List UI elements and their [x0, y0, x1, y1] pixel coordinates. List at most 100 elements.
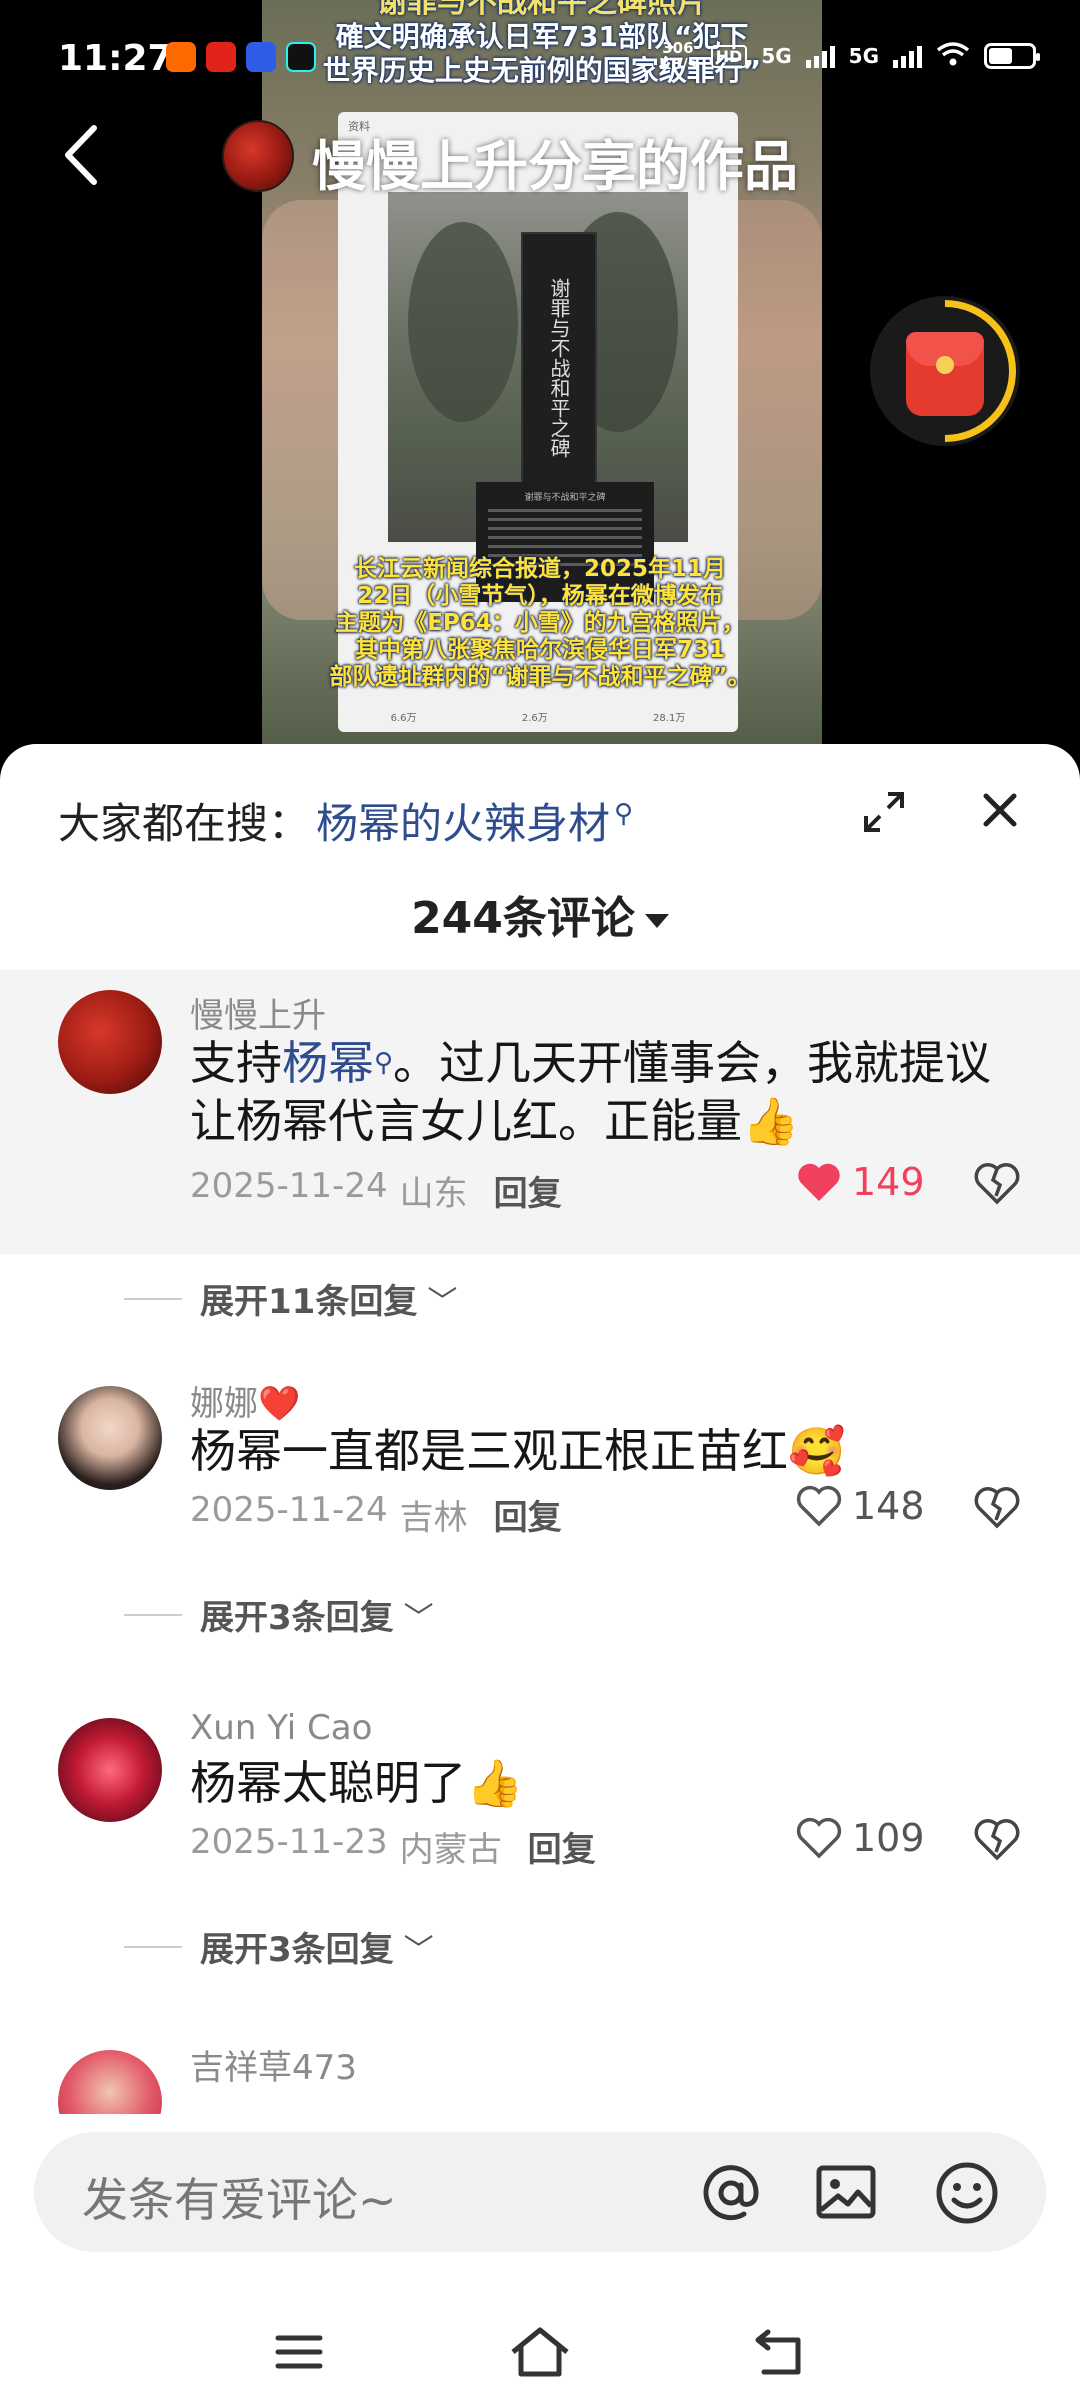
clock: 11:27	[58, 38, 173, 79]
comment-input[interactable]: 发条有爱评论~	[34, 2132, 1046, 2252]
like-count: 149	[852, 1160, 925, 1204]
nav-menu-button[interactable]	[264, 2322, 334, 2382]
caret-down-icon	[644, 914, 669, 928]
like-button[interactable]: 109	[796, 1816, 925, 1860]
expand-replies-button[interactable]: 展开11条回复 ﹀	[200, 1274, 458, 1323]
mention-button[interactable]	[696, 2158, 766, 2228]
search-prefix: 大家都在搜：	[58, 799, 311, 848]
broken-heart-icon	[974, 1163, 1020, 1205]
heart-outline-icon	[796, 1485, 842, 1527]
comment-date: 2025-11-23	[190, 1822, 388, 1862]
back-arrow-icon	[755, 2329, 801, 2375]
battery-icon	[984, 43, 1040, 69]
broken-heart-icon	[974, 1819, 1020, 1861]
taobao-icon	[166, 42, 196, 72]
status-bar: 11:27 306 KB/s HD 5G 5G	[0, 0, 1080, 120]
memorial-stele: 谢罪与不战和平之碑	[521, 232, 597, 502]
comment-date: 2025-11-24	[190, 1490, 388, 1530]
emoji-icon	[936, 2162, 998, 2224]
avatar[interactable]	[58, 1718, 162, 1822]
signal-bars-1	[805, 44, 835, 68]
home-icon	[511, 2327, 569, 2377]
comment-author[interactable]: 娜娜❤️	[190, 1376, 300, 1425]
dislike-button[interactable]	[972, 1482, 1022, 1532]
reply-button[interactable]: 回复	[494, 1490, 562, 1539]
douyin-icon	[286, 42, 316, 72]
comment-input-placeholder: 发条有爱评论~	[82, 2173, 397, 2227]
notification-icons	[166, 42, 316, 72]
search-icon: ⚲	[614, 798, 634, 829]
expand-icon	[864, 792, 904, 832]
mention-link[interactable]: 杨幂	[282, 1036, 374, 1090]
avatar[interactable]	[58, 990, 162, 1094]
close-icon	[983, 793, 1017, 827]
heart-outline-icon	[796, 1817, 842, 1859]
page-title: 慢慢上升分享的作品	[312, 135, 798, 198]
author-avatar[interactable]	[222, 120, 294, 192]
like-count: 109	[852, 1816, 925, 1860]
signal-bars-2	[893, 44, 922, 68]
menu-icon	[275, 2335, 323, 2369]
comment-count[interactable]: 244条评论	[0, 882, 1080, 946]
signal-label-2: 5G	[848, 44, 879, 68]
like-button[interactable]: 149	[796, 1160, 925, 1204]
trending-search: 大家都在搜： 杨幂的火辣身材 ⚲	[58, 790, 633, 851]
trending-search-link[interactable]: 杨幂的火辣身材	[316, 790, 610, 851]
comment-text: 杨幂一直都是三观正根正苗红🥰	[190, 1424, 846, 1478]
reply-button[interactable]: 回复	[528, 1822, 596, 1871]
net-speed: 306 KB/s	[659, 39, 697, 73]
emoji-button[interactable]	[932, 2158, 1002, 2228]
comment-meta: 2025-11-24 吉林 回复	[190, 1490, 562, 1539]
baidu-icon	[246, 42, 276, 72]
nav-home-button[interactable]	[505, 2322, 575, 2382]
image-icon	[816, 2165, 876, 2219]
stat-likes: 28.1万	[653, 713, 686, 724]
expand-replies-button[interactable]: 展开3条回复 ﹀	[200, 1922, 434, 1971]
post-stats: 6.6万 2.6万 28.1万	[338, 709, 738, 724]
comment-item: 娜娜❤️ 杨幂一直都是三观正根正苗红🥰 2025-11-24 吉林 回复 148	[0, 1370, 1080, 1550]
nav-back-button[interactable]	[746, 2322, 816, 2382]
signal-label-1: 5G	[761, 44, 792, 68]
comment-meta: 2025-11-23 内蒙古 回复	[190, 1822, 596, 1871]
status-right: 306 KB/s HD 5G 5G	[659, 39, 1040, 73]
comment-item: 慢慢上升 支持杨幂⚲。过几天开懂事会，我就提议让杨幂代言女儿红。正能量👍 202…	[0, 970, 1080, 1254]
expand-replies-button[interactable]: 展开3条回复 ﹀	[200, 1590, 434, 1639]
red-envelope-icon	[906, 332, 984, 416]
red-packet-button[interactable]	[844, 270, 1046, 472]
back-button[interactable]	[54, 120, 114, 190]
chevron-left-icon	[65, 125, 97, 185]
comment-author[interactable]: Xun Yi Cao	[190, 1708, 372, 1748]
broken-heart-icon	[974, 1487, 1020, 1529]
close-button[interactable]	[976, 786, 1024, 834]
like-count: 148	[852, 1484, 925, 1528]
comment-author[interactable]: 慢慢上升	[190, 988, 326, 1037]
chevron-down-icon: ﹀	[427, 1284, 458, 1320]
system-nav-bar	[0, 2304, 1080, 2400]
comment-text: 杨幂太聪明了👍	[190, 1756, 524, 1810]
notification-app-icon	[206, 42, 236, 72]
image-button[interactable]	[814, 2160, 878, 2224]
hd-badge: HD	[710, 44, 748, 68]
avatar[interactable]	[58, 1386, 162, 1490]
chevron-down-icon: ﹀	[403, 1932, 434, 1968]
comment-text: 支持杨幂⚲。过几天开懂事会，我就提议让杨幂代言女儿红。正能量👍	[190, 1036, 992, 1148]
comment-meta: 2025-11-24 山东 回复	[190, 1166, 562, 1215]
comment-sheet: 大家都在搜： 杨幂的火辣身材 ⚲ 244条评论 慢慢上升 支持杨幂⚲。过几天开懂…	[0, 744, 1080, 2400]
heart-filled-icon	[798, 1163, 840, 1201]
stat-comments: 2.6万	[521, 713, 548, 724]
reply-button[interactable]: 回复	[494, 1166, 562, 1215]
dislike-button[interactable]	[972, 1158, 1022, 1208]
dislike-button[interactable]	[972, 1814, 1022, 1864]
comment-item: 吉祥草473	[0, 2034, 1080, 2154]
app-root: 谢罪与不战和平之碑照片 確文明确承认日军731部队“犯下 世界历史上史无前例的国…	[0, 0, 1080, 2400]
comment-item: Xun Yi Cao 杨幂太聪明了👍 2025-11-23 内蒙古 回复 109	[0, 1702, 1080, 1882]
fullscreen-expand-button[interactable]	[862, 790, 906, 834]
at-icon	[703, 2165, 759, 2221]
comment-location: 吉林	[399, 1498, 468, 1538]
comment-author[interactable]: 吉祥草473	[190, 2040, 357, 2089]
wifi-icon	[936, 41, 970, 72]
chevron-down-icon: ﹀	[403, 1600, 434, 1636]
like-button[interactable]: 148	[796, 1484, 925, 1528]
video-bottom-caption: 长江云新闻综合报道，2025年11月 22日（小雪节气），杨幂在微博发布 主题为…	[329, 556, 751, 690]
comment-location: 山东	[399, 1174, 468, 1214]
